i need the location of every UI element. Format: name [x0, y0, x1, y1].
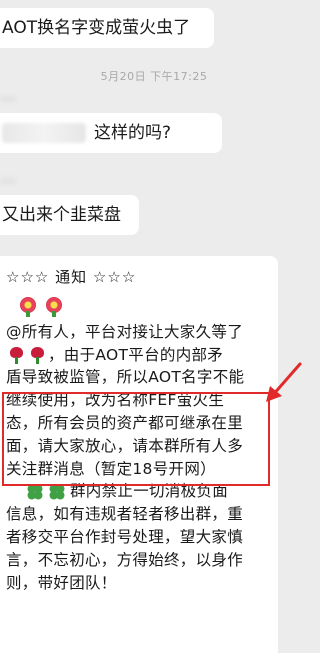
clover-icon [48, 483, 66, 501]
notice-line: 则，带好团队！ [6, 573, 117, 592]
hibiscus-icon [18, 295, 38, 317]
redacted-text [2, 123, 86, 143]
message-timestamp: 5月20日 下午17:25 [100, 70, 208, 83]
notice-line-text: ，由于AOT平台的内部矛 [48, 345, 224, 364]
message-bubble[interactable]: 这样的吗? [0, 113, 222, 153]
notice-line: 盾导致被监管，所以AOT名字不能 [6, 368, 245, 387]
rose-icon [8, 346, 25, 365]
notice-line: 言，不忘初心，方得始终，以身作 [6, 550, 244, 569]
message-bubble[interactable]: 又出来个韭菜盘 [0, 195, 139, 235]
flower-emoji-row [6, 289, 272, 321]
notice-line: 态，所有会员的资产都可继承在里 [6, 413, 244, 432]
stars-right: ☆☆☆ [92, 268, 137, 286]
notice-line: 者移交平台作封号处理，望大家慎 [6, 527, 244, 546]
redacted-text [0, 96, 16, 102]
notice-line-text: 群内禁止一切消极负面 [70, 482, 229, 501]
hibiscus-icon [44, 295, 64, 317]
notice-message-bubble[interactable]: ☆☆☆ 通知 ☆☆☆ @所有人，平台对接让大家久等了 ，由于AOT平台的内部矛 … [0, 256, 278, 653]
message-text: 又出来个韭菜盘 [2, 205, 121, 225]
stars-left: ☆☆☆ [6, 268, 50, 286]
chat-area: AOT换名字变成萤火虫了 5月20日 下午17:25 这样的吗? 又出来个韭菜盘… [0, 0, 308, 653]
notice-line: 关注群消息（暂定18号开网） [6, 459, 216, 478]
notice-line: 群内禁止一切消极负面 [6, 480, 272, 503]
notice-line: 继续使用，改为名称FEF萤火生 [6, 391, 225, 410]
red-arrow-icon [266, 362, 302, 402]
message-text: 这样的吗? [94, 123, 172, 143]
rose-icon [29, 346, 46, 365]
clover-icon [26, 483, 44, 501]
notice-line: 面，请大家放心，请本群所有人多 [6, 436, 244, 455]
notice-line: ，由于AOT平台的内部矛 [6, 344, 272, 367]
notice-title: 通知 [55, 268, 88, 286]
redacted-text [0, 178, 16, 184]
notice-line: @所有人，平台对接让大家久等了 [6, 322, 244, 341]
message-bubble[interactable]: AOT换名字变成萤火虫了 [0, 8, 214, 48]
notice-line: 信息，如有违规者轻者移出群，重 [6, 505, 244, 524]
notice-header: ☆☆☆ 通知 ☆☆☆ [6, 266, 272, 289]
message-text: AOT换名字变成萤火虫了 [2, 18, 191, 38]
